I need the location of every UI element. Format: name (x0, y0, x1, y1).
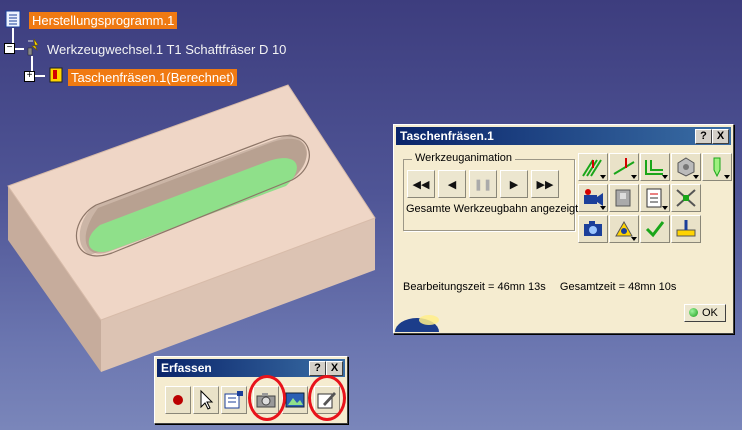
tool-change-icon[interactable] (25, 38, 43, 56)
analysis-button[interactable] (609, 215, 639, 243)
tree-item-pocketing-operation[interactable]: Taschenfräsen.1(Berechnet) (68, 69, 238, 86)
ok-indicator-icon (689, 308, 698, 317)
manufacturing-program-icon[interactable] (4, 10, 22, 28)
total-time: Gesamtzeit = 48mn 10s (559, 281, 677, 293)
path-display-mode[interactable]: Gesamte Werkzeugbahn angezeigt (406, 203, 578, 215)
tool-animation-group: Werkzeuganimation ◀◀ ◀ ❚❚ ▶ ▶▶ Gesamte W… (403, 152, 578, 231)
point-display-button[interactable] (640, 153, 670, 181)
photo-simulation-button[interactable] (578, 215, 608, 243)
tool-animation-label: Werkzeuganimation (412, 152, 516, 164)
dialog-titlebar[interactable]: Taschenfräsen.1 ? X (396, 127, 731, 145)
dialog-title: Taschenfräsen.1 (400, 129, 494, 143)
tree-item-tool-change[interactable]: Werkzeugwechsel.1 T1 Schaftfräser D 10 (47, 41, 286, 58)
collapse-toggle[interactable]: − (4, 43, 15, 54)
expand-toggle[interactable]: + (24, 71, 35, 82)
tool-axis-button[interactable] (671, 215, 701, 243)
capture-list-button[interactable] (221, 386, 247, 414)
ok-button[interactable]: OK (684, 304, 726, 322)
close-button[interactable]: X (712, 129, 729, 144)
capture-titlebar[interactable]: Erfassen ? X (157, 359, 345, 377)
capture-toolbar: Erfassen ? X (154, 356, 348, 424)
tool-shape-button[interactable] (671, 153, 701, 181)
step-forward-button[interactable]: ▶ (500, 170, 528, 198)
ok-label: OK (702, 307, 718, 319)
color-display-button[interactable] (702, 153, 732, 181)
image-album-icon (285, 392, 305, 408)
rewind-button[interactable]: ◀◀ (407, 170, 435, 198)
annotation-circle (308, 375, 346, 421)
capture-close-button[interactable]: X (326, 361, 343, 376)
select-button[interactable] (193, 386, 219, 414)
toolpath-display-mode-button[interactable] (578, 153, 608, 181)
capture-title: Erfassen (161, 361, 212, 375)
photo-camera-icon (584, 221, 602, 236)
capture-list-icon (224, 391, 243, 409)
check-button[interactable] (640, 215, 670, 243)
material-removal-button[interactable] (609, 184, 639, 212)
pocketing-dialog: Taschenfräsen.1 ? X Werkzeuganimation ◀◀… (393, 124, 734, 334)
pointer-icon (200, 389, 214, 410)
record-button[interactable] (165, 386, 191, 414)
capture-help-button[interactable]: ? (309, 361, 326, 376)
tree-item-manufacturing-program[interactable]: Herstellungsprogramm.1 (29, 12, 178, 29)
pocketing-operation-icon[interactable] (47, 66, 65, 84)
report-button[interactable] (640, 184, 670, 212)
check-icon (645, 221, 665, 238)
collision-icon (676, 189, 696, 207)
collision-check-button[interactable] (671, 184, 701, 212)
tool-axis-icon (676, 220, 696, 237)
step-back-button[interactable]: ◀ (438, 170, 466, 198)
video-simulation-button[interactable] (578, 184, 608, 212)
machining-time: Bearbeitungszeit = 46mn 13s (403, 281, 546, 293)
tool-display-button[interactable] (609, 153, 639, 181)
machine-icon (615, 189, 631, 207)
record-icon (173, 395, 183, 405)
pause-button[interactable]: ❚❚ (469, 170, 497, 198)
fast-forward-button[interactable]: ▶▶ (531, 170, 559, 198)
annotation-circle (248, 375, 286, 421)
help-button[interactable]: ? (695, 129, 712, 144)
catia-globe-logo (395, 315, 439, 332)
